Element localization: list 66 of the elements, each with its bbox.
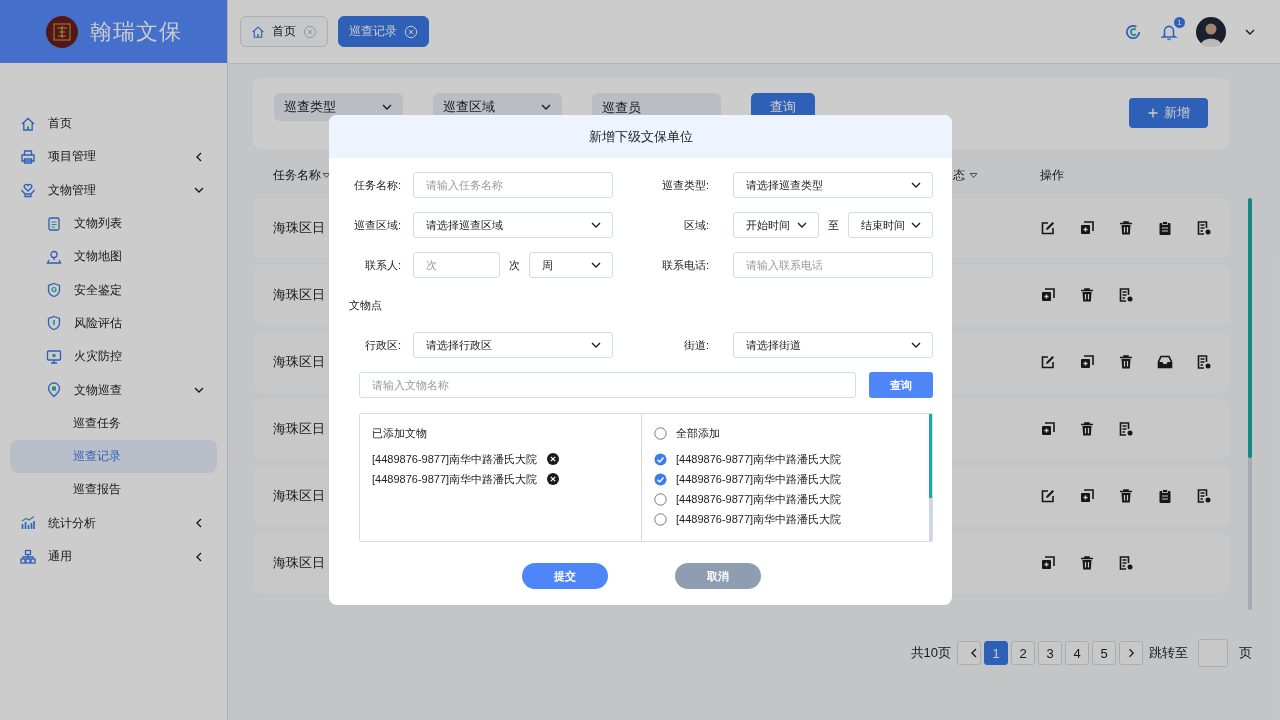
add-button[interactable]: 新增	[1129, 98, 1208, 128]
section-title: 文物点	[349, 297, 382, 313]
table-cell: 海珠区日	[273, 286, 325, 304]
list-title: 已添加文物	[372, 425, 427, 441]
sidebar-item[interactable]: 统计分析	[10, 506, 217, 540]
sidebar-item[interactable]: 安全鉴定	[10, 273, 217, 307]
sidebar-item[interactable]: 火灾防控	[10, 340, 217, 374]
select-field[interactable]: 请选择巡查区域	[413, 212, 613, 238]
field-label: 巡查类型:	[660, 177, 710, 193]
field-text: 至	[827, 217, 839, 233]
table-cell: 海珠区日	[273, 219, 325, 237]
checkbox-label: [4489876-9877]南华中路潘氏大院	[676, 511, 842, 527]
field-label: 行政区:	[363, 337, 401, 353]
search-field[interactable]: 请输入文物名称	[359, 372, 856, 398]
table-cell: 海珠区日	[273, 353, 325, 371]
page-button[interactable]: 4	[1065, 641, 1089, 665]
sidebar-item[interactable]: 巡查报告	[10, 473, 217, 507]
input-field[interactable]: 请输入联系电话	[733, 252, 933, 278]
column-header: 态	[953, 167, 965, 184]
page-button[interactable]: 2	[1011, 641, 1035, 665]
list-item: [4489876-9877]南华中路潘氏大院	[372, 451, 538, 467]
tab[interactable]: 首页	[240, 16, 328, 47]
field-label: 街道:	[682, 337, 710, 353]
page-button[interactable]: 1	[984, 641, 1008, 665]
checkbox-label: [4489876-9877]南华中路潘氏大院	[676, 491, 842, 507]
sidebar-item[interactable]: 风险评估	[10, 306, 217, 341]
table-cell: 海珠区日	[273, 420, 325, 438]
input-field[interactable]: 次	[413, 252, 500, 278]
notification-badge: 1	[1174, 16, 1185, 28]
select-field[interactable]: 结束时间	[847, 212, 933, 238]
checkbox-label: 全部添加	[676, 425, 720, 441]
select-field[interactable]: 请选择行政区	[413, 332, 613, 358]
select-field[interactable]: 请选择巡查类型	[733, 172, 933, 198]
checkbox-label: [4489876-9877]南华中路潘氏大院	[676, 451, 842, 467]
select-field[interactable]: 开始时间	[733, 212, 819, 238]
column-header: 任务名称	[273, 167, 321, 184]
sidebar-item[interactable]: 文物巡查	[10, 373, 217, 407]
list-item: [4489876-9877]南华中路潘氏大院	[372, 471, 538, 487]
field-text: 次	[508, 257, 520, 273]
checkbox-label: [4489876-9877]南华中路潘氏大院	[676, 471, 842, 487]
sidebar-item[interactable]: 通用	[10, 539, 217, 574]
sidebar-item[interactable]: 首页	[10, 107, 217, 141]
sidebar-item[interactable]: 巡查任务	[10, 406, 217, 440]
dialog-title: 新增下级文保单位	[588, 127, 693, 146]
page-total: 共10页	[910, 644, 951, 662]
field-label: 联系电话:	[660, 257, 710, 273]
field-label: 巡查区域:	[352, 217, 401, 233]
jump-label: 跳转至	[1149, 644, 1188, 662]
brand-name: 翰瑞文保	[89, 17, 182, 46]
page-suffix: 页	[1239, 644, 1252, 662]
field-label: 联系人:	[363, 257, 401, 273]
select-field[interactable]: 周	[528, 252, 613, 278]
field-label: 区域:	[682, 217, 710, 233]
sidebar-item[interactable]: 文物列表	[10, 206, 217, 241]
select-field[interactable]: 请选择街道	[733, 332, 933, 358]
tab[interactable]: 巡查记录	[338, 16, 429, 47]
table-cell: 海珠区日	[273, 487, 325, 505]
page-button[interactable]: 5	[1092, 641, 1116, 665]
table-cell: 海珠区日	[273, 554, 325, 572]
sidebar-item[interactable]: 文物地图	[10, 240, 217, 274]
sidebar-item[interactable]: 项目管理	[10, 140, 217, 174]
sidebar-item[interactable]: 文物管理	[10, 173, 217, 207]
page-button[interactable]: 3	[1038, 641, 1062, 665]
input-field[interactable]: 请输入任务名称	[413, 172, 613, 198]
field-label: 任务名称:	[352, 177, 401, 193]
column-header: 操作	[1040, 167, 1064, 184]
